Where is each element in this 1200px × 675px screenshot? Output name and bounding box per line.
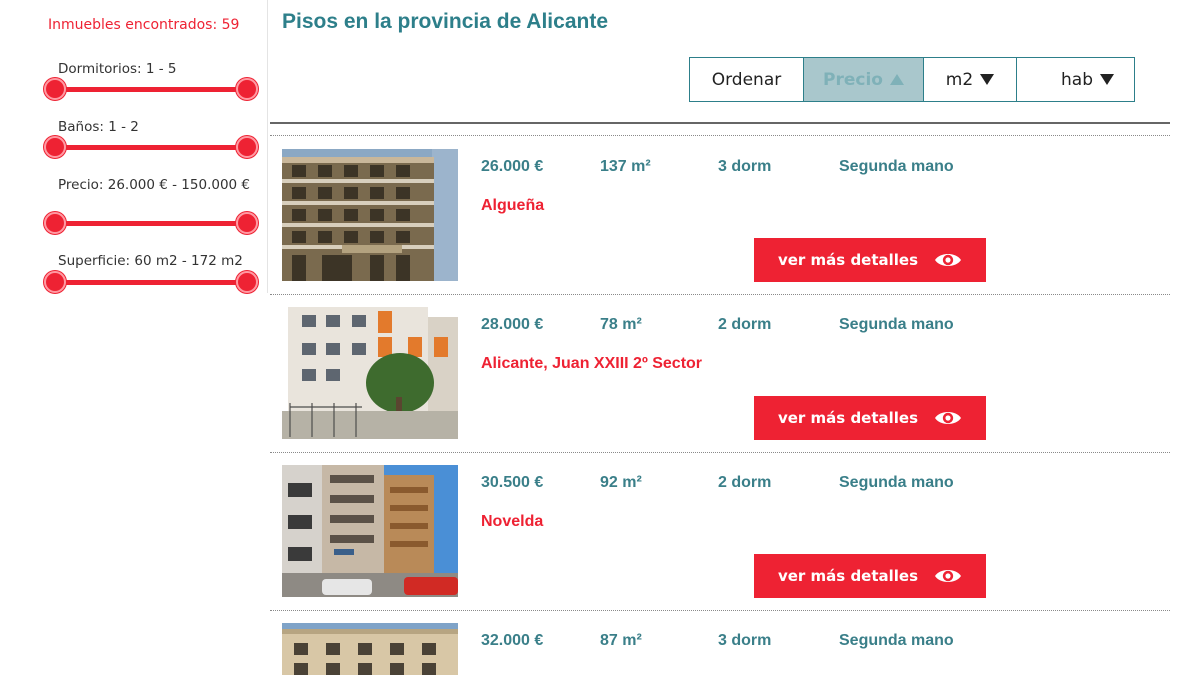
property-photo[interactable] [282,623,458,675]
listing-item: 28.000 € 78 m² 2 dorm Segunda mano Alica… [282,307,1162,440]
slider-track [53,87,249,92]
listing-condition: Segunda mano [839,158,954,175]
listing-condition: Segunda mano [839,632,954,649]
header-divider [270,122,1170,124]
slider-min-handle[interactable] [44,212,66,234]
filter-bathrooms: Baños: 1 - 2 [44,118,262,158]
listing-area: 87 m² [600,632,642,649]
slider-max-handle[interactable] [236,136,258,158]
filters-sidebar: Inmuebles encontrados: 59 Dormitorios: 1… [0,0,268,293]
eye-icon [934,408,962,428]
eye-icon [934,566,962,586]
slider-max-handle[interactable] [236,212,258,234]
filter-price-label: Precio: 26.000 € - 150.000 € [58,177,251,193]
slider-track [53,145,249,150]
listing-location-link[interactable]: Novelda [481,513,543,531]
listing-location-link[interactable]: Alicante, Juan XXIII 2º Sector [481,355,702,373]
row-divider [270,294,1170,295]
listing-area: 137 m² [600,158,651,175]
view-details-label: ver más detalles [777,567,919,585]
row-divider [270,610,1170,611]
filter-price: Precio: 26.000 € - 150.000 € [44,176,262,234]
row-divider [270,135,1170,136]
listing-price: 28.000 € [481,316,544,333]
view-details-button[interactable]: ver más detalles [754,238,986,282]
triangle-down-icon [1100,74,1114,85]
listing-item: 26.000 € 137 m² 3 dorm Segunda mano Algu… [282,149,1162,282]
results-count: Inmuebles encontrados: 59 [48,17,240,33]
eye-icon [934,250,962,270]
sort-label-text: Ordenar [711,69,782,90]
sort-m2-label: m2 [945,69,974,90]
sort-hab-label: hab [1061,69,1093,90]
property-photo[interactable] [282,307,458,439]
sort-m2-button[interactable]: m2 [924,58,1017,101]
listing-price: 30.500 € [481,474,544,491]
listing-location-link[interactable]: Algueña [481,197,544,215]
sort-price-label: Precio [823,69,883,90]
sort-label: Ordenar [690,58,804,101]
filter-bedrooms: Dormitorios: 1 - 5 [44,60,262,100]
slider-min-handle[interactable] [44,271,66,293]
sort-price-button[interactable]: Precio [804,58,924,101]
property-photo[interactable] [282,149,458,281]
listing-price: 32.000 € [481,632,544,649]
listing-area: 78 m² [600,316,642,333]
filter-surface: Superficie: 60 m2 - 172 m2 [44,252,262,293]
listing-rooms: 2 dorm [718,316,772,333]
listing-rooms: 2 dorm [718,474,772,491]
slider-track [53,221,249,226]
bedrooms-range-slider[interactable] [44,77,258,101]
bathrooms-range-slider[interactable] [44,135,258,159]
listing-condition: Segunda mano [839,316,954,333]
slider-max-handle[interactable] [236,271,258,293]
filter-bedrooms-label: Dormitorios: 1 - 5 [58,61,177,77]
slider-track [53,280,249,285]
sort-bar: Ordenar Precio m2 hab [689,57,1135,102]
listing-rooms: 3 dorm [718,632,772,649]
listing-rooms: 3 dorm [718,158,772,175]
triangle-down-icon [980,74,995,85]
view-details-button[interactable]: ver más detalles [754,554,986,598]
listing-price: 26.000 € [481,158,544,175]
view-details-label: ver más detalles [777,251,919,269]
property-photo[interactable] [282,465,458,597]
slider-min-handle[interactable] [44,136,66,158]
listing-item: 32.000 € 87 m² 3 dorm Segunda mano [282,623,1162,675]
view-details-label: ver más detalles [777,409,919,427]
triangle-up-icon [889,74,904,85]
row-divider [270,452,1170,453]
filter-bathrooms-label: Baños: 1 - 2 [58,119,139,135]
filter-surface-label: Superficie: 60 m2 - 172 m2 [58,253,243,269]
listing-area: 92 m² [600,474,642,491]
slider-max-handle[interactable] [236,78,258,100]
listing-item: 30.500 € 92 m² 2 dorm Segunda mano Novel… [282,465,1162,598]
listing-condition: Segunda mano [839,474,954,491]
price-range-slider[interactable] [44,211,258,235]
slider-min-handle[interactable] [44,78,66,100]
page-title: Pisos en la provincia de Alicante [282,10,609,33]
sort-hab-button[interactable]: hab [1017,58,1134,101]
view-details-button[interactable]: ver más detalles [754,396,986,440]
surface-range-slider[interactable] [44,270,258,294]
